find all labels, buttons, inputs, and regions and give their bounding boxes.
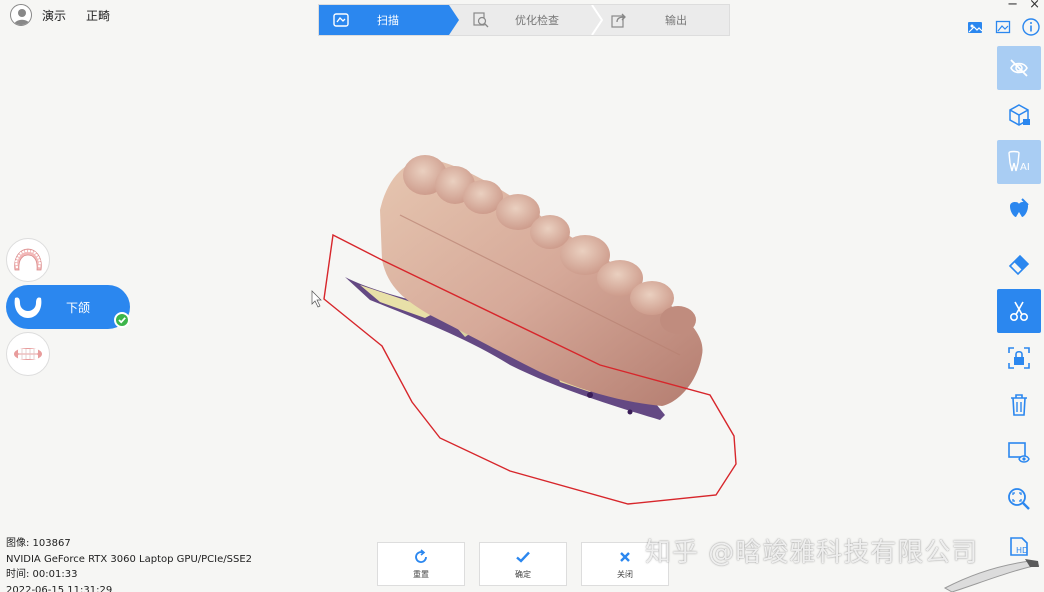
close-window-button[interactable]: × <box>1029 0 1040 12</box>
delete-button[interactable] <box>997 383 1041 427</box>
model-lock-icon <box>1009 104 1030 126</box>
bite-icon <box>14 348 42 360</box>
step-export[interactable]: 输出 <box>595 5 729 35</box>
export-icon <box>611 12 627 28</box>
eraser-button[interactable] <box>997 242 1041 286</box>
model-lock-button[interactable] <box>997 93 1041 137</box>
lower-jaw-label: 下颌 <box>66 300 91 315</box>
zoom-fit-button[interactable] <box>997 477 1041 521</box>
view-eye-icon <box>1008 442 1030 463</box>
lower-jaw-icon <box>6 285 50 329</box>
lock-region-button[interactable] <box>997 336 1041 380</box>
lock-region-icon <box>1008 347 1030 369</box>
svg-text:HD: HD <box>1016 546 1028 555</box>
workflow-steps: 扫描 优化检查 输出 <box>318 4 730 36</box>
user-info: 演示 正畸 <box>10 4 110 26</box>
confirm-button[interactable]: 确定 <box>479 542 567 586</box>
gpu-info: NVIDIA GeForce RTX 3060 Laptop GPU/PCIe/… <box>6 553 253 565</box>
minimize-button[interactable]: − <box>1007 0 1018 12</box>
step-scan-label: 扫描 <box>377 14 399 27</box>
reset-icon <box>415 548 427 563</box>
right-toolbar: AI HD <box>997 46 1041 571</box>
lower-jaw-selected[interactable]: 下颌 <box>6 285 130 329</box>
svg-text:AI: AI <box>1020 162 1030 173</box>
top-right-tools <box>966 18 1040 36</box>
check-icon <box>114 312 130 328</box>
step-inspect-label: 优化检查 <box>515 14 559 27</box>
elapsed-time: 时间: 00:01:33 <box>6 569 78 580</box>
close-icon <box>620 551 630 562</box>
confirm-label: 确定 <box>515 569 531 579</box>
scan-info: 图像: 103867 NVIDIA GeForce RTX 3060 Lapto… <box>6 536 252 592</box>
timestamp: 2022-06-15 11:31:29 <box>6 584 113 592</box>
eraser-icon <box>1008 254 1030 276</box>
tooth-clean-icon <box>1010 198 1029 217</box>
scissors-button[interactable] <box>997 289 1041 333</box>
watermark: 知乎 @晗竣雅科技有限公司 <box>645 538 979 568</box>
step-scan[interactable]: 扫描 <box>319 5 459 35</box>
avatar[interactable] <box>10 4 32 26</box>
image-count: 图像: 103867 <box>6 538 71 549</box>
view-eye-button[interactable] <box>997 430 1041 474</box>
close-label: 关闭 <box>617 569 633 579</box>
zoom-fit-icon <box>1008 488 1030 510</box>
reset-label: 重置 <box>413 569 429 579</box>
hide-texture-button[interactable] <box>997 46 1041 90</box>
hide-texture-icon <box>1010 59 1028 77</box>
ai-tooth-button[interactable]: AI <box>997 140 1041 184</box>
photo-gallery-icon[interactable] <box>966 18 984 36</box>
reset-button[interactable]: 重置 <box>377 542 465 586</box>
step-export-label: 输出 <box>665 14 687 27</box>
upper-jaw-button[interactable] <box>6 238 50 282</box>
upper-jaw-icon <box>14 248 42 271</box>
case-type: 正畸 <box>86 8 111 23</box>
scan-icon <box>333 12 349 28</box>
tooth-clean-button[interactable] <box>997 187 1041 231</box>
confirm-icon <box>516 551 530 563</box>
ai-tooth-icon: AI <box>1008 150 1030 173</box>
inspect-icon <box>473 12 489 28</box>
image-icon[interactable] <box>994 18 1012 36</box>
bite-button[interactable] <box>6 332 50 376</box>
user-name: 演示 <box>42 8 67 23</box>
cursor-icon <box>311 290 322 308</box>
info-icon[interactable] <box>1022 18 1040 36</box>
jaw-model <box>380 155 703 406</box>
step-inspect[interactable]: 优化检查 <box>459 5 595 35</box>
scan-viewport[interactable] <box>300 140 760 520</box>
trash-icon <box>1011 394 1027 416</box>
scissors-icon <box>1010 301 1029 322</box>
